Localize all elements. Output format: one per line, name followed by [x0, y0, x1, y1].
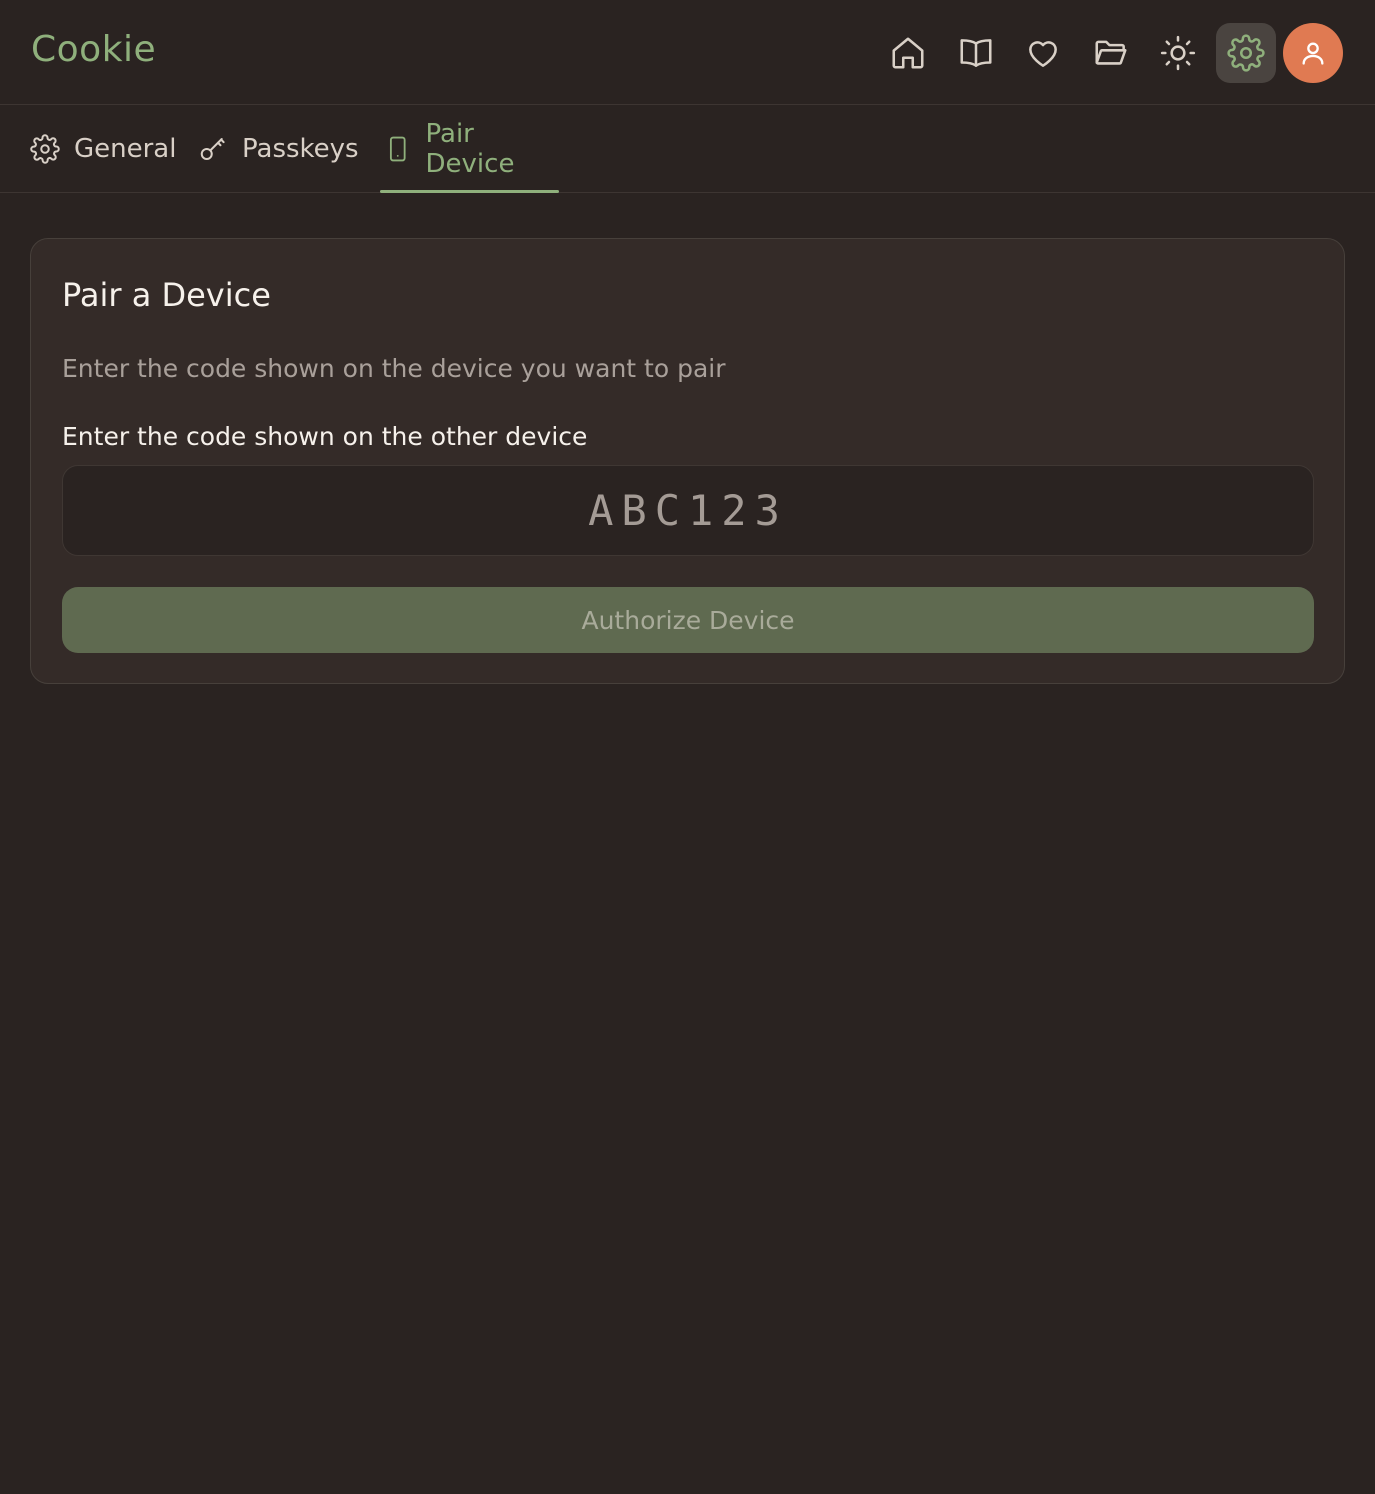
app-brand[interactable]: Cookie: [31, 27, 156, 73]
heart-icon: [1029, 41, 1057, 67]
user-avatar-button[interactable]: [1283, 23, 1343, 83]
tab-general-label: General: [74, 133, 177, 164]
top-header: Cookie: [0, 0, 1375, 105]
smartphone-icon: [389, 136, 406, 161]
book-icon: [959, 39, 992, 67]
card-title: Pair a Device: [62, 276, 271, 314]
home-icon: [892, 37, 924, 69]
authorize-device-button[interactable]: Authorize Device: [62, 587, 1314, 653]
tab-passkeys-label: Passkeys: [242, 133, 359, 164]
settings-tabs: General Passkeys Pair Device: [0, 105, 1375, 193]
home-button[interactable]: [878, 23, 938, 83]
settings-button[interactable]: [1215, 23, 1276, 83]
folder-icon: [1094, 40, 1127, 65]
favorites-button[interactable]: [1013, 23, 1073, 83]
tab-passkeys[interactable]: Passkeys: [198, 105, 359, 192]
pair-device-card: Pair a Device Enter the code shown on th…: [30, 238, 1345, 684]
sun-icon: [1160, 35, 1196, 71]
tab-general[interactable]: General: [30, 105, 176, 192]
key-icon: [200, 137, 225, 160]
code-field-label: Enter the code shown on the other device: [62, 422, 588, 451]
header-nav: [878, 22, 1343, 84]
theme-toggle-button[interactable]: [1148, 23, 1208, 83]
gear-icon: [1226, 34, 1265, 72]
gear-icon: [30, 133, 60, 164]
card-description: Enter the code shown on the device you w…: [62, 354, 726, 383]
recipes-button[interactable]: [946, 23, 1006, 83]
user-icon: [1302, 42, 1324, 65]
collections-button[interactable]: [1081, 23, 1141, 83]
tab-pair-device-label: Pair Device: [425, 118, 515, 179]
tab-pair-device[interactable]: Pair Device: [380, 105, 559, 193]
pairing-code-input[interactable]: [62, 465, 1314, 556]
